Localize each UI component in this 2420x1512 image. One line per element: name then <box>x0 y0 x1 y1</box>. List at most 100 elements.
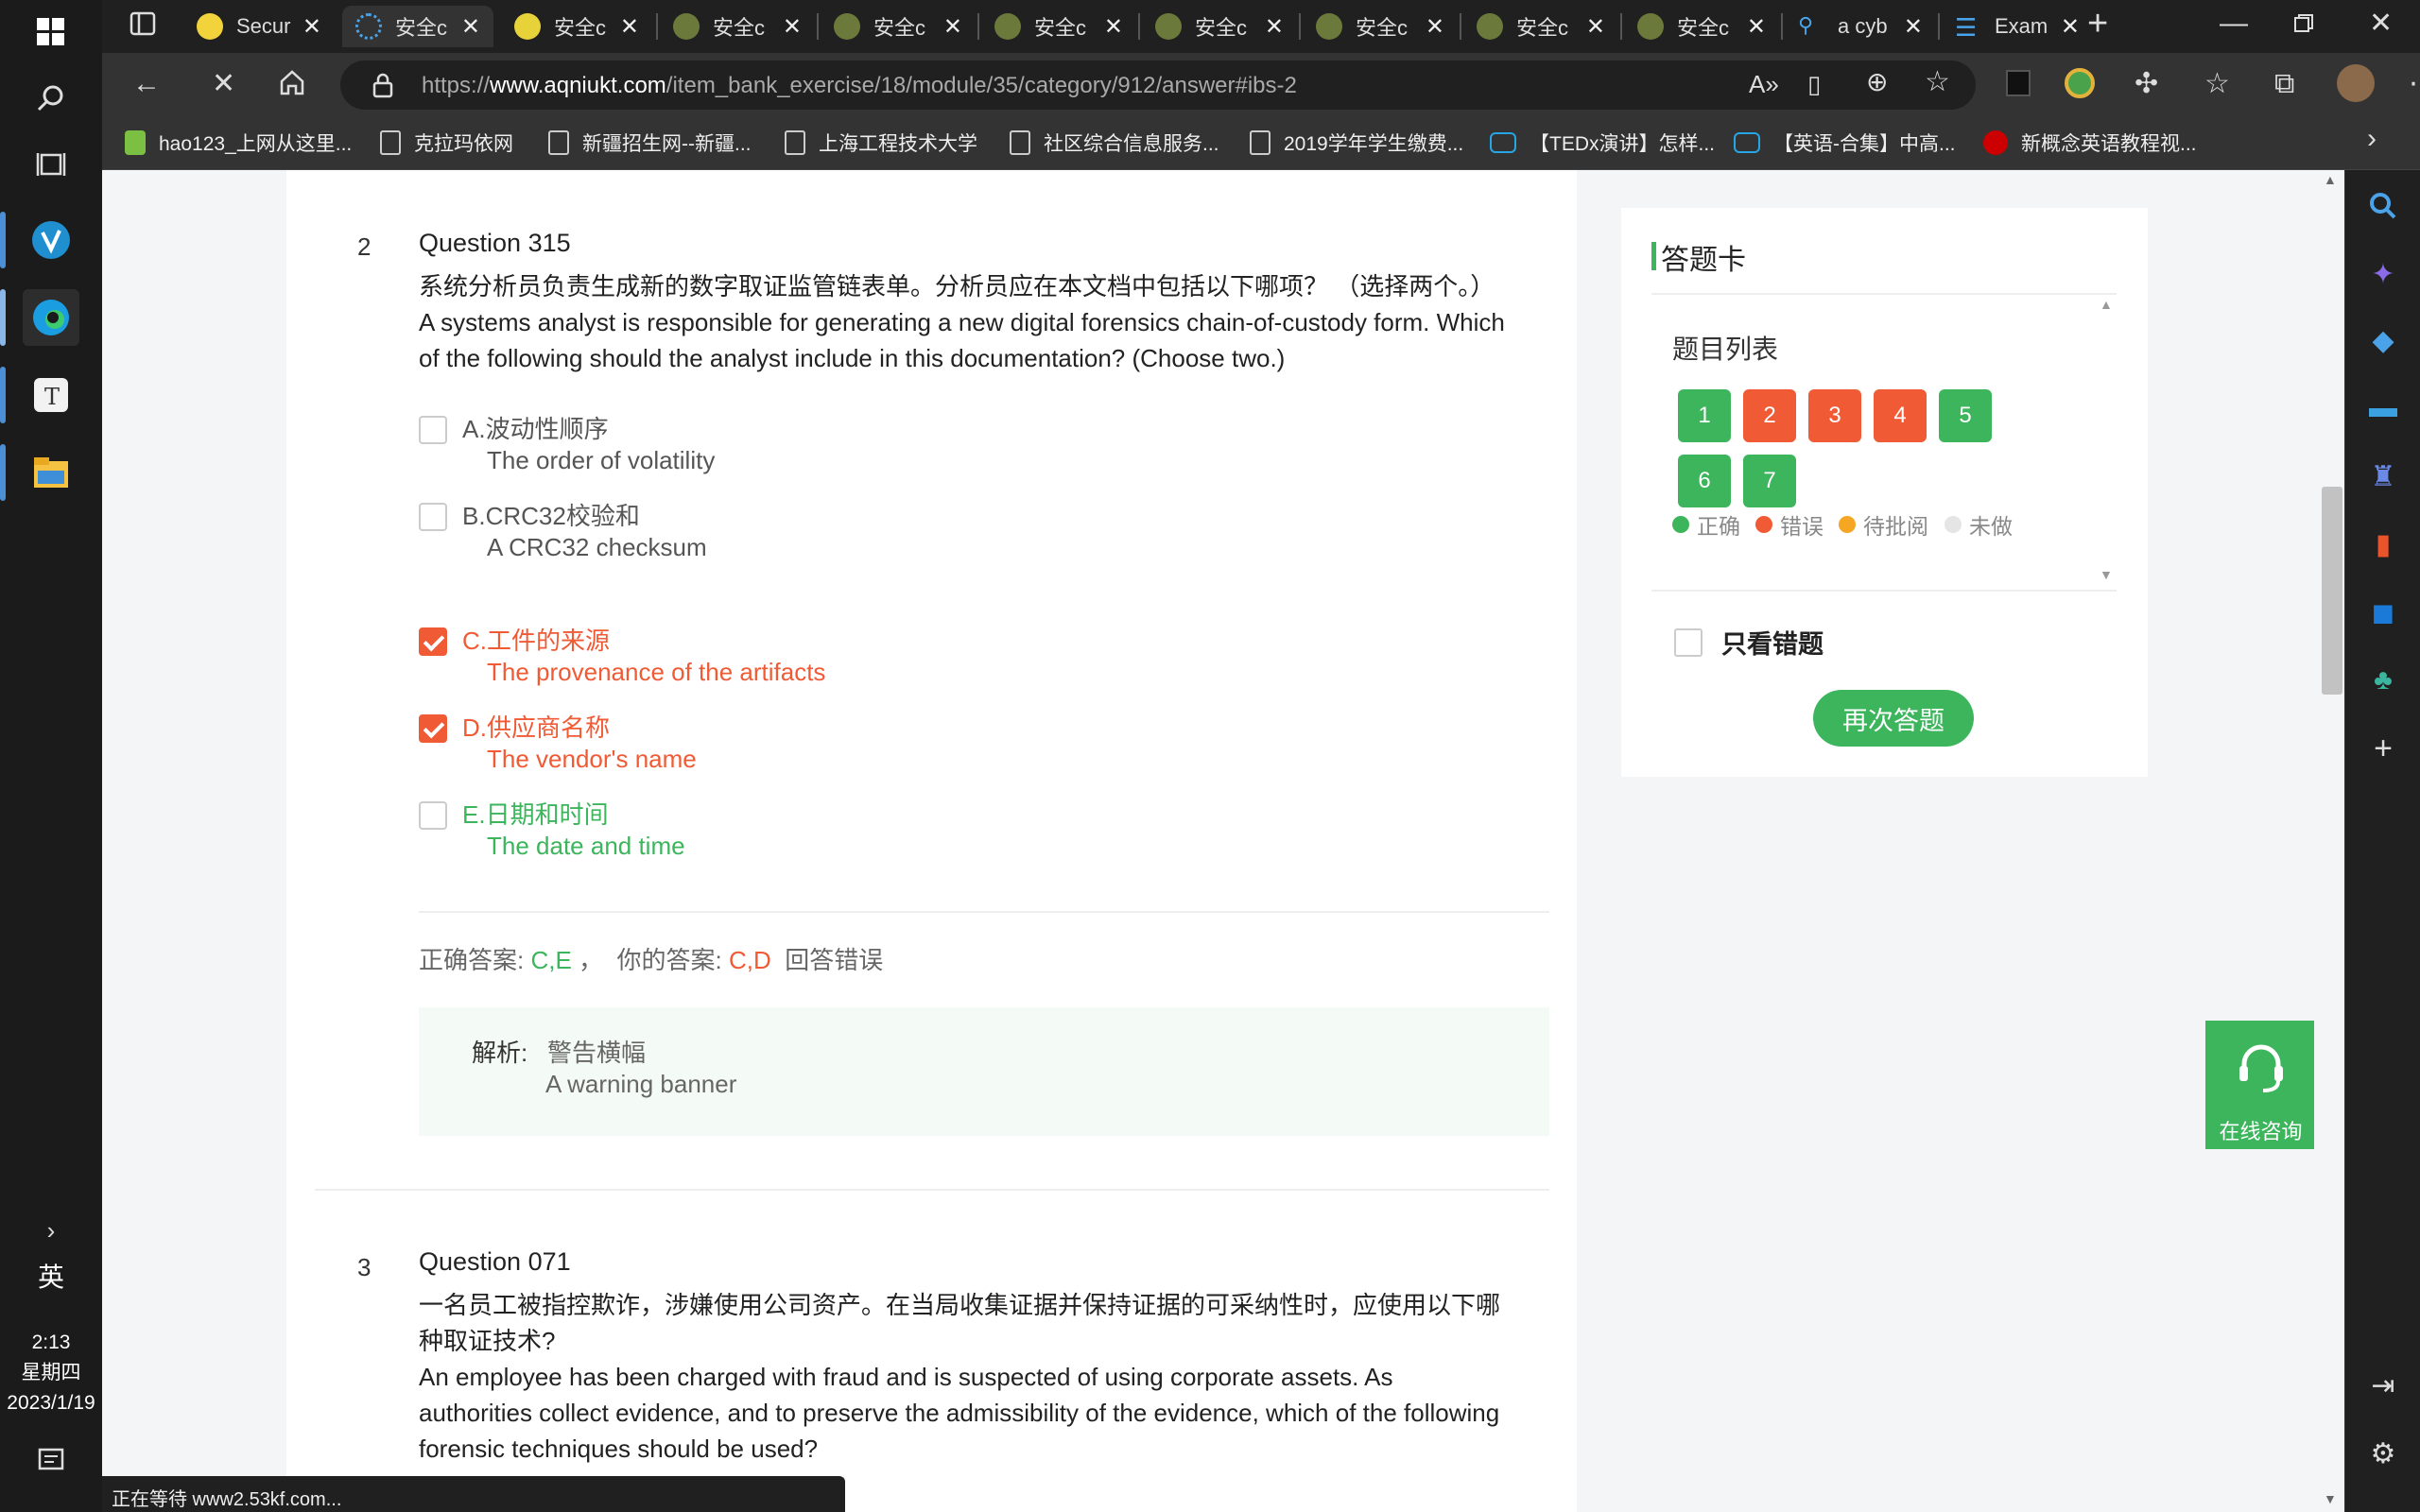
new-tab-icon[interactable]: + <box>2087 6 2108 42</box>
close-tab-icon[interactable]: ✕ <box>1747 13 1766 41</box>
lock-icon[interactable] <box>372 72 393 103</box>
scroll-down-icon[interactable]: ▼ <box>2324 1491 2337 1506</box>
notification-icon[interactable] <box>23 1433 79 1489</box>
search-icon[interactable] <box>23 70 79 127</box>
add-favorite-icon[interactable]: ☆ <box>1925 66 1950 98</box>
wrong-only-checkbox[interactable] <box>1674 627 1703 657</box>
bookmark-english[interactable]: 【英语-合集】中高... <box>1734 129 1956 157</box>
more-bookmarks-icon[interactable]: › <box>2367 123 2377 155</box>
close-tab-icon[interactable]: ✕ <box>620 13 639 41</box>
question-box-1[interactable]: 1 <box>1678 389 1731 442</box>
outlook-icon[interactable]: ◼ <box>2364 593 2402 631</box>
restore-icon[interactable] <box>2293 9 2314 42</box>
tab-6[interactable]: 安全c ✕ <box>981 6 1136 47</box>
back-icon[interactable]: ← <box>132 68 161 100</box>
bookmark-klmy[interactable]: 克拉玛依网 <box>380 129 513 157</box>
wrong-only-toggle[interactable]: 只看错题 <box>1674 624 1824 661</box>
close-tab-icon[interactable]: ✕ <box>1104 13 1123 41</box>
close-tab-icon[interactable]: ✕ <box>1265 13 1284 41</box>
vscode-like-app-icon[interactable] <box>23 212 79 268</box>
games-icon[interactable]: ♜ <box>2364 457 2402 495</box>
extension-black-icon[interactable] <box>2006 70 2031 96</box>
bookmark-community[interactable]: 社区综合信息服务... <box>1010 129 1219 157</box>
tab-5[interactable]: 安全c ✕ <box>821 6 976 47</box>
close-tab-icon[interactable]: ✕ <box>783 13 802 41</box>
option-b-checkbox[interactable] <box>419 503 447 531</box>
bookmark-sues[interactable]: 上海工程技术大学 <box>785 129 977 157</box>
tab-11[interactable]: ⚲ a cyb ✕ <box>1785 6 1936 47</box>
address-bar[interactable]: https://www.aqniukt.com/item_bank_exerci… <box>340 60 1976 110</box>
tab-4[interactable]: 安全c ✕ <box>660 6 815 47</box>
close-tab-icon[interactable]: ✕ <box>302 13 321 41</box>
close-tab-icon[interactable]: ✕ <box>1586 13 1605 41</box>
tab-3[interactable]: 安全c ✕ <box>501 6 652 47</box>
settings-gear-icon[interactable]: ⚙ <box>2364 1435 2402 1472</box>
task-view-icon[interactable] <box>23 136 79 193</box>
tab-10[interactable]: 安全c ✕ <box>1624 6 1779 47</box>
scroll-thumb[interactable] <box>2322 487 2342 695</box>
scroll-down-icon[interactable]: ▼ <box>2100 567 2113 582</box>
minimize-icon[interactable]: — <box>2220 8 2248 40</box>
extension-globe-icon[interactable] <box>2065 68 2095 98</box>
profile-avatar[interactable] <box>2337 64 2375 102</box>
more-menu-icon[interactable]: ⋯ <box>2409 68 2420 100</box>
windows-start-icon[interactable] <box>23 4 79 60</box>
extensions-icon[interactable]: ✣ <box>2135 68 2158 100</box>
online-consult-button[interactable]: 在线咨询 <box>2205 1021 2316 1149</box>
question-box-3[interactable]: 3 <box>1808 389 1861 442</box>
shopping-tag-icon[interactable]: ◆ <box>2364 321 2402 359</box>
hide-sidebar-icon[interactable]: ⇥ <box>2364 1366 2402 1404</box>
option-d-checkbox-checked[interactable] <box>419 714 447 743</box>
bookmark-hao123[interactable]: hao123_上网从这里... <box>125 129 352 157</box>
tools-icon[interactable]: ▬ <box>2364 389 2402 427</box>
system-clock[interactable]: 2:13 星期四 2023/1/19 <box>0 1328 102 1418</box>
tab-2-active[interactable]: 安全c ✕ <box>342 6 493 47</box>
immersive-reader-icon[interactable]: ▯ <box>1807 68 1821 100</box>
close-tab-icon[interactable]: ✕ <box>1426 13 1444 41</box>
tab-12[interactable]: ☰ Exam ✕ <box>1942 6 2093 47</box>
chevron-right-icon[interactable]: › <box>23 1202 79 1259</box>
bookmark-fees[interactable]: 2019学年学生缴费... <box>1250 129 1463 157</box>
ime-indicator[interactable]: 英 <box>0 1257 102 1295</box>
close-tab-icon[interactable]: ✕ <box>1904 13 1923 41</box>
question-box-6[interactable]: 6 <box>1678 455 1731 507</box>
question-box-5[interactable]: 5 <box>1939 389 1992 442</box>
tab-actions-icon[interactable] <box>129 9 157 45</box>
option-a-checkbox[interactable] <box>419 416 447 444</box>
close-tab-icon[interactable]: ✕ <box>943 13 962 41</box>
home-icon[interactable] <box>278 68 306 104</box>
option-c-checkbox-checked[interactable] <box>419 627 447 656</box>
file-explorer-icon[interactable] <box>23 444 79 501</box>
question-box-7[interactable]: 7 <box>1743 455 1796 507</box>
sparkle-icon[interactable]: ✦ <box>2364 255 2402 293</box>
card-scrollbar[interactable]: ▲ ▼ <box>2092 295 2117 590</box>
bookmark-xinjiang[interactable]: 新疆招生网--新疆... <box>548 129 752 157</box>
option-e-checkbox[interactable] <box>419 801 447 830</box>
retry-button[interactable]: 再次答题 <box>1813 690 1974 747</box>
add-sidebar-app-icon[interactable]: + <box>2364 730 2402 767</box>
read-aloud-icon[interactable]: A» <box>1749 68 1779 100</box>
search-icon[interactable] <box>2364 187 2402 225</box>
close-tab-icon[interactable]: ✕ <box>2061 13 2080 41</box>
edge-browser-icon[interactable] <box>23 289 79 346</box>
typora-icon[interactable]: T <box>23 367 79 423</box>
stop-loading-icon[interactable]: ✕ <box>212 68 235 100</box>
scroll-up-icon[interactable]: ▲ <box>2324 172 2337 187</box>
collections-icon[interactable]: ⧉ <box>2274 68 2294 100</box>
tab-7[interactable]: 安全c ✕ <box>1142 6 1297 47</box>
scroll-up-icon[interactable]: ▲ <box>2100 297 2113 312</box>
tab-9[interactable]: 安全c ✕ <box>1463 6 1618 47</box>
question-box-4[interactable]: 4 <box>1874 389 1927 442</box>
close-tab-icon[interactable]: ✕ <box>461 13 480 41</box>
page-scrollbar[interactable]: ▲ ▼ <box>2314 170 2344 1512</box>
drop-icon[interactable]: ♣ <box>2364 662 2402 699</box>
bookmark-tedx[interactable]: 【TEDx演讲】怎样... <box>1490 129 1715 157</box>
office-icon[interactable]: ▮ <box>2364 525 2402 563</box>
tab-1[interactable]: Secur ✕ <box>183 6 335 47</box>
favorites-icon[interactable]: ☆ <box>2204 68 2230 100</box>
close-window-icon[interactable]: ✕ <box>2369 8 2393 40</box>
tab-8[interactable]: 安全c ✕ <box>1303 6 1458 47</box>
zoom-icon[interactable]: ⊕ <box>1866 66 1888 98</box>
bookmark-nce[interactable]: 新概念英语教程视... <box>1983 129 2197 157</box>
question-box-2[interactable]: 2 <box>1743 389 1796 442</box>
